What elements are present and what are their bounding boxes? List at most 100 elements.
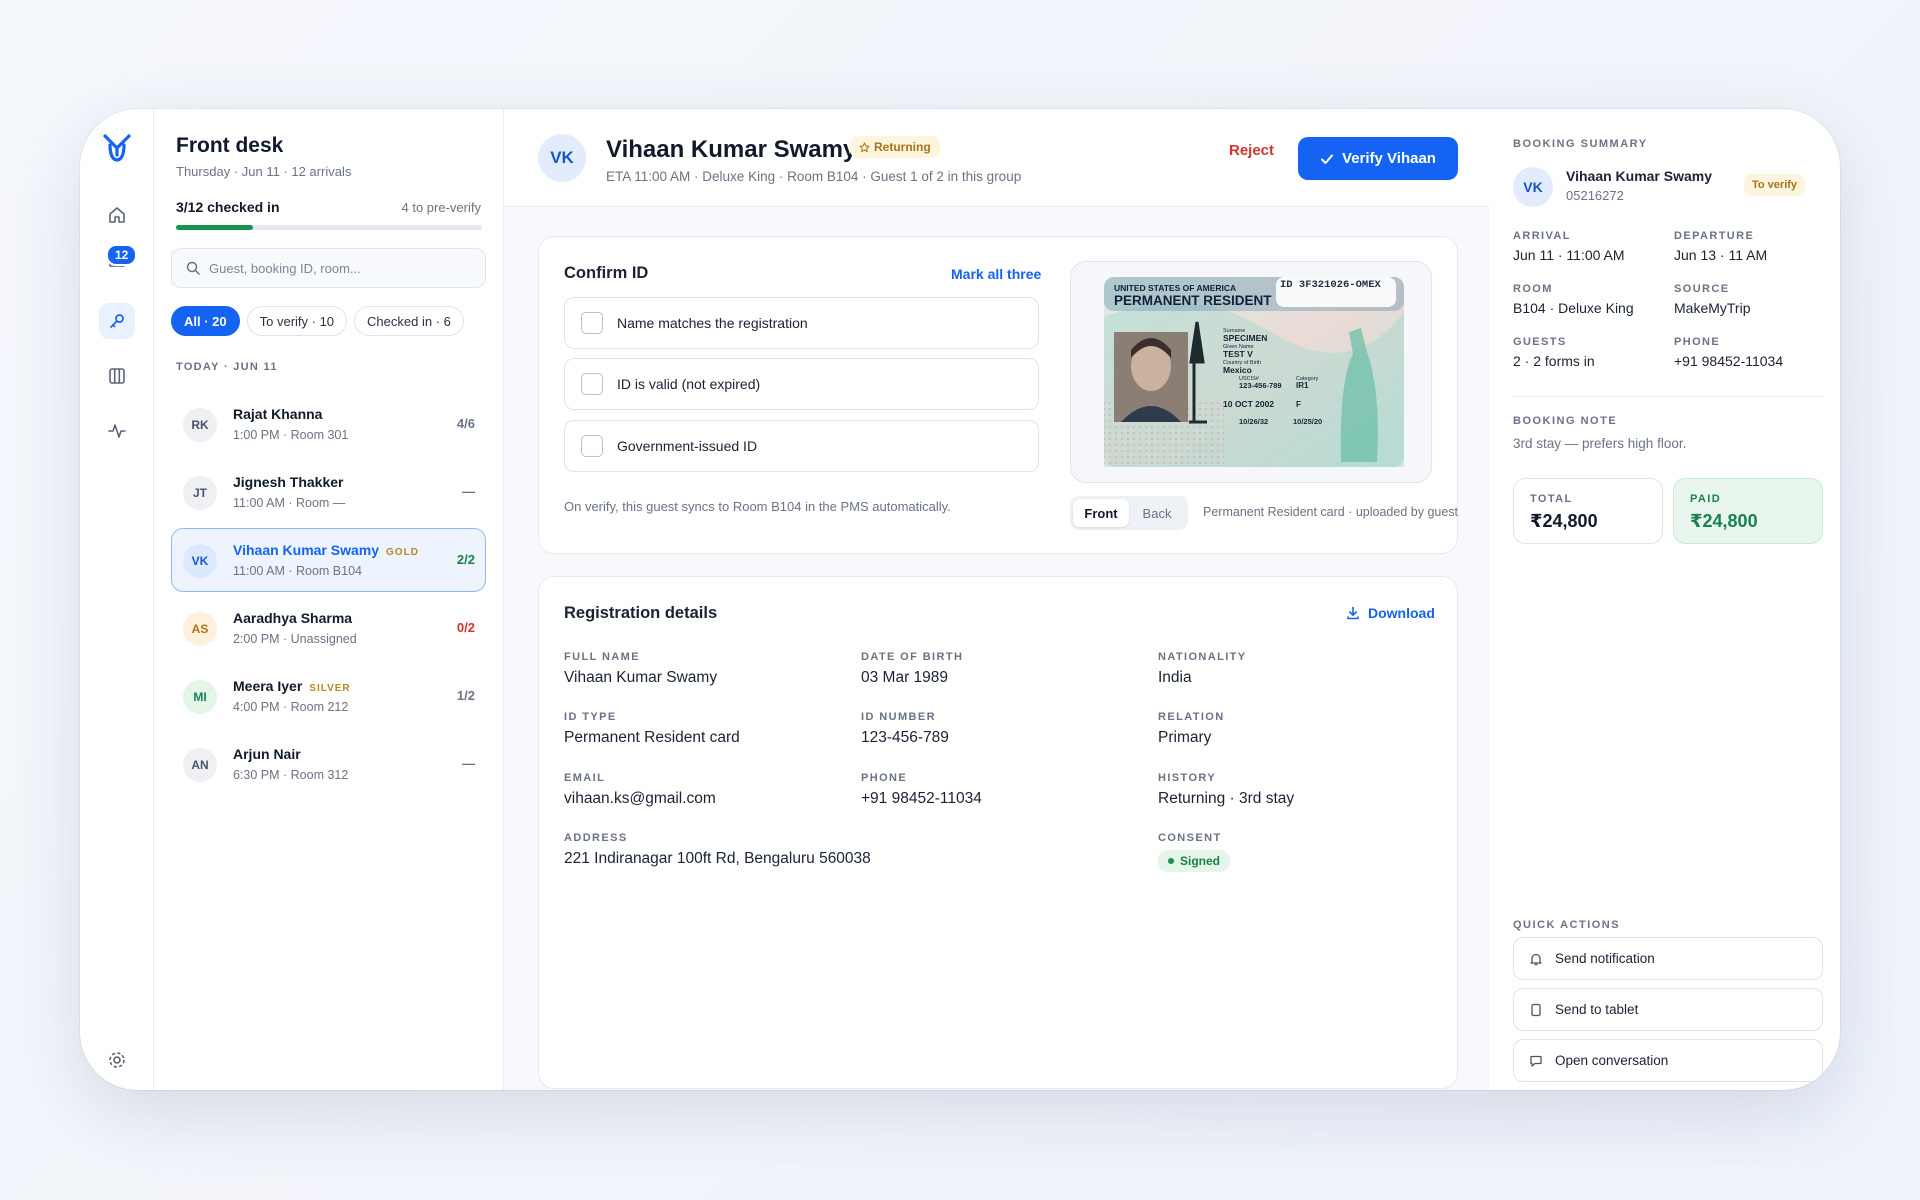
guest-row[interactable]: RK Rajat Khanna 1:00 PM · Room 301 4/6 bbox=[171, 392, 486, 456]
filter-all[interactable]: All · 20 bbox=[171, 306, 240, 336]
brand-logo-icon bbox=[103, 134, 131, 162]
pre-verify-count: 4 to pre-verify bbox=[401, 200, 481, 215]
key-icon[interactable] bbox=[99, 303, 135, 339]
mark-all-link[interactable]: Mark all three bbox=[951, 266, 1041, 282]
info-arrival: ARRIVAL Jun 11 · 11:00 AM bbox=[1513, 230, 1625, 263]
filter-checked-in[interactable]: Checked in · 6 bbox=[354, 306, 464, 336]
checkbox-name-match[interactable]: Name matches the registration bbox=[564, 297, 1039, 349]
info-label: ROOM bbox=[1513, 283, 1553, 295]
open-conversation-button[interactable]: Open conversation bbox=[1513, 1039, 1823, 1082]
card-given-name: TEST V bbox=[1223, 349, 1253, 359]
booking-id: 05216272 bbox=[1566, 188, 1624, 203]
action-label: Send notification bbox=[1555, 951, 1655, 966]
guest-name: Jignesh Thakker bbox=[233, 474, 344, 490]
id-caption: Permanent Resident card · uploaded by gu… bbox=[1203, 505, 1459, 519]
field-label: HISTORY bbox=[1158, 772, 1217, 784]
activity-icon[interactable] bbox=[99, 413, 135, 449]
verify-button[interactable]: Verify Vihaan bbox=[1298, 137, 1458, 180]
settings-icon[interactable] bbox=[99, 1042, 135, 1078]
checkbox-label: ID is valid (not expired) bbox=[617, 376, 761, 392]
card-expiry: 10/26/32 bbox=[1239, 417, 1268, 426]
columns-icon[interactable] bbox=[99, 358, 135, 394]
divider bbox=[1513, 396, 1823, 397]
sync-note: On verify, this guest syncs to Room B104… bbox=[564, 499, 951, 514]
guest-row-selected[interactable]: VK Vihaan Kumar Swamy GOLD 11:00 AM · Roo… bbox=[171, 528, 486, 592]
action-label: Send to tablet bbox=[1555, 1002, 1639, 1017]
card-country: Mexico bbox=[1223, 365, 1252, 375]
checkbox[interactable] bbox=[581, 312, 603, 334]
guest-meta: 6:30 PM · Room 312 bbox=[233, 768, 349, 782]
returning-badge: Returning bbox=[850, 136, 940, 158]
field-value: India bbox=[1158, 669, 1192, 686]
avatar: AN bbox=[183, 748, 217, 782]
reject-button[interactable]: Reject bbox=[1229, 142, 1274, 159]
guest-meta: 2:00 PM · Unassigned bbox=[233, 632, 357, 646]
guest-row[interactable]: AN Arjun Nair 6:30 PM · Room 312 — bbox=[171, 732, 486, 796]
paid-box: PAID ₹24,800 bbox=[1673, 478, 1823, 544]
guest-name: Vihaan Kumar Swamy bbox=[233, 542, 380, 558]
info-phone: PHONE +91 98452-11034 bbox=[1674, 336, 1783, 369]
bell-icon bbox=[1530, 953, 1542, 965]
tablet-icon bbox=[1531, 1003, 1541, 1016]
badge-label: Returning bbox=[874, 140, 931, 154]
forms-count: 0/2 bbox=[456, 620, 475, 635]
field-value: vihaan.ks@gmail.com bbox=[564, 790, 716, 807]
search-icon bbox=[186, 261, 200, 275]
avatar: AS bbox=[183, 612, 217, 646]
guest-name: Meera Iyer bbox=[233, 678, 303, 694]
field-label: ADDRESS bbox=[564, 832, 628, 844]
card-title: PERMANENT RESIDENT bbox=[1114, 293, 1272, 308]
checkbox-label: Government-issued ID bbox=[617, 438, 758, 454]
checkbox-label: Name matches the registration bbox=[617, 315, 808, 331]
forms-count: 1/2 bbox=[456, 688, 475, 703]
id-preview[interactable]: UNITED STATES OF AMERICA PERMANENT RESID… bbox=[1070, 261, 1432, 483]
guest-row[interactable]: MI Meera Iyer SILVER 4:00 PM · Room 212 1… bbox=[171, 664, 486, 728]
download-icon bbox=[1347, 606, 1359, 620]
checkbox-id-valid[interactable]: ID is valid (not expired) bbox=[564, 358, 1039, 410]
field-label: RELATION bbox=[1158, 711, 1225, 723]
checkbox[interactable] bbox=[581, 435, 603, 457]
send-notification-button[interactable]: Send notification bbox=[1513, 937, 1823, 980]
field-dob: DATE OF BIRTH 03 Mar 1989 bbox=[861, 651, 963, 687]
avatar: RK bbox=[183, 408, 217, 442]
tab-back[interactable]: Back bbox=[1129, 499, 1185, 527]
booking-note-heading: BOOKING NOTE bbox=[1513, 415, 1618, 427]
forms-count: — bbox=[462, 756, 475, 771]
search-input[interactable] bbox=[209, 260, 469, 276]
checkbox[interactable] bbox=[581, 373, 603, 395]
avatar: VK bbox=[183, 544, 217, 578]
field-full-name: FULL NAME Vihaan Kumar Swamy bbox=[564, 651, 717, 687]
field-label: ID TYPE bbox=[564, 711, 617, 723]
checkbox-gov-id[interactable]: Government-issued ID bbox=[564, 420, 1039, 472]
confirm-id-card: Confirm ID Mark all three Name matches t… bbox=[538, 236, 1458, 554]
tier-badge: GOLD bbox=[386, 547, 419, 558]
filter-to-verify[interactable]: To verify · 10 bbox=[246, 306, 348, 336]
card-id-number: ID 3F321026-OMEX bbox=[1280, 279, 1381, 291]
star-icon bbox=[859, 141, 870, 152]
field-label: ID NUMBER bbox=[861, 711, 936, 723]
info-value: 2 · 2 forms in bbox=[1513, 353, 1595, 369]
guest-title: Vihaan Kumar Swamy bbox=[606, 136, 857, 163]
info-value: Jun 13 · 11 AM bbox=[1674, 247, 1768, 263]
tab-front[interactable]: Front bbox=[1073, 499, 1129, 527]
guest-row[interactable]: AS Aaradhya Sharma 2:00 PM · Unassigned … bbox=[171, 596, 486, 660]
home-icon[interactable] bbox=[99, 197, 135, 233]
info-value: B104 · Deluxe King bbox=[1513, 300, 1634, 316]
status-badge: To verify bbox=[1744, 174, 1806, 196]
guest-header: VK Vihaan Kumar Swamy Returning ETA 11:0… bbox=[504, 109, 1489, 207]
field-label: CONSENT bbox=[1158, 832, 1222, 844]
search-box[interactable] bbox=[171, 248, 486, 288]
guest-name: Aaradhya Sharma bbox=[233, 610, 353, 626]
paid-value: ₹24,800 bbox=[1690, 511, 1758, 531]
field-id-type: ID TYPE Permanent Resident card bbox=[564, 711, 740, 747]
download-button[interactable]: Download bbox=[1346, 605, 1435, 621]
avatar: MI bbox=[183, 680, 217, 714]
day-heading: TODAY · JUN 11 bbox=[176, 361, 278, 373]
avatar: VK bbox=[1513, 167, 1553, 207]
field-value: Returning · 3rd stay bbox=[1158, 790, 1295, 807]
total-label: TOTAL bbox=[1530, 493, 1573, 505]
guest-row[interactable]: JT Jignesh Thakker 11:00 AM · Room — — bbox=[171, 460, 486, 524]
card-header: UNITED STATES OF AMERICA bbox=[1114, 283, 1236, 293]
send-to-tablet-button[interactable]: Send to tablet bbox=[1513, 988, 1823, 1031]
info-guests: GUESTS 2 · 2 forms in bbox=[1513, 336, 1595, 369]
